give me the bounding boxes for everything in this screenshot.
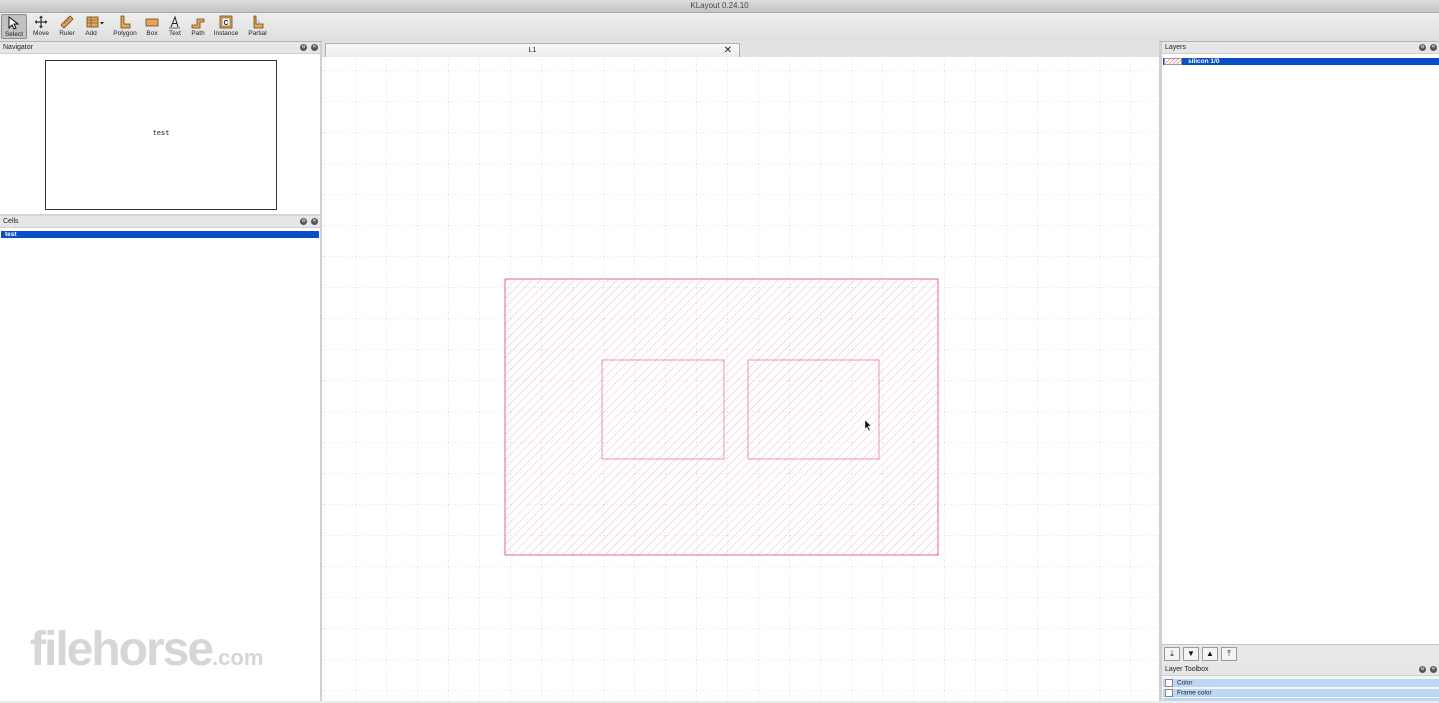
add-layout-icon xyxy=(86,16,104,28)
cells-panel-header: Cells ⊖ ✕ xyxy=(0,216,320,228)
window-title-bar: KLayout 0.24.10 xyxy=(0,0,1439,13)
move-layer-top-icon[interactable]: ⤒ xyxy=(1221,647,1237,661)
instance-icon: C xyxy=(219,15,233,29)
navigator-panel: test xyxy=(0,54,320,214)
add-tool-label: Add xyxy=(85,30,97,37)
select-tool-label: Select xyxy=(4,31,24,38)
layer-name: silicon 1/0 xyxy=(1188,58,1220,65)
navigator-title: Navigator xyxy=(3,44,33,51)
navigator-panel-header: Navigator ⊖ ✕ xyxy=(0,42,320,54)
path-tool-label: Path xyxy=(191,30,205,37)
navigator-view[interactable]: test xyxy=(45,60,277,210)
float-panel-icon[interactable]: ⊖ xyxy=(1419,44,1427,51)
cells-title: Cells xyxy=(3,218,19,225)
layout-shape-outer[interactable] xyxy=(504,278,939,556)
float-panel-icon[interactable]: ⊖ xyxy=(300,44,308,51)
close-panel-icon[interactable]: ✕ xyxy=(311,44,318,51)
layout-tab-bar: L1 ✕ xyxy=(322,41,1159,58)
float-panel-icon[interactable]: ⊖ xyxy=(300,218,308,225)
layer-buttons-bar: ⤓ ▼ ▲ ⤒ xyxy=(1162,644,1439,664)
arrow-cursor-icon xyxy=(8,16,20,30)
move-layer-bottom-icon[interactable]: ⤓ xyxy=(1164,647,1180,661)
layout-drawing[interactable] xyxy=(322,57,1159,701)
box-icon xyxy=(145,18,159,27)
move-layer-down-icon[interactable]: ▼ xyxy=(1183,647,1199,661)
window-title: KLayout 0.24.10 xyxy=(690,1,749,10)
cell-name: test xyxy=(5,231,17,238)
path-tool-button[interactable]: Path xyxy=(187,14,209,39)
close-panel-icon[interactable]: ✕ xyxy=(311,218,318,225)
move-tool-label: Move xyxy=(33,30,49,37)
text-tool-button[interactable]: Text xyxy=(165,14,185,39)
layer-toolbox-header: Layer Toolbox ⊖ ✕ xyxy=(1162,664,1439,676)
move-cross-icon xyxy=(34,15,48,29)
watermark-suffix: .com xyxy=(212,645,264,670)
text-tool-icon xyxy=(169,15,180,29)
layers-title: Layers xyxy=(1165,44,1187,51)
navigator-cell-label: test xyxy=(152,129,170,137)
tab-l1[interactable]: L1 ✕ xyxy=(325,43,740,57)
instance-tool-button[interactable]: C Instance xyxy=(212,14,240,39)
layers-panel: silicon 1/0 xyxy=(1162,54,1439,644)
polygon-icon xyxy=(120,15,131,29)
partial-icon xyxy=(253,15,263,29)
close-panel-icon[interactable]: ✕ xyxy=(1430,44,1437,51)
watermark-logo: filehorse.com xyxy=(30,622,263,677)
move-tool-button[interactable]: Move xyxy=(29,14,53,39)
expand-checkbox[interactable] xyxy=(1165,679,1173,687)
expand-checkbox[interactable] xyxy=(1165,689,1173,697)
toolbox-frame-color-label: Frame color xyxy=(1177,689,1212,697)
polygon-tool-label: Polygon xyxy=(113,30,137,37)
layer-swatch-icon xyxy=(1164,58,1182,65)
text-tool-label: Text xyxy=(169,30,181,37)
float-panel-icon[interactable]: ⊖ xyxy=(1419,666,1427,673)
layer-list-item[interactable]: silicon 1/0 xyxy=(1163,58,1439,65)
layer-toolbox-title: Layer Toolbox xyxy=(1165,666,1209,673)
partial-tool-button[interactable]: Partial xyxy=(245,14,270,39)
close-panel-icon[interactable]: ✕ xyxy=(1430,666,1437,673)
watermark-main: filehorse xyxy=(30,623,214,676)
svg-text:C: C xyxy=(223,20,228,27)
add-tool-button[interactable]: Add xyxy=(81,14,109,39)
path-icon xyxy=(191,18,205,29)
partial-tool-label: Partial xyxy=(248,30,267,37)
close-tab-icon[interactable]: ✕ xyxy=(724,44,732,57)
select-tool-button[interactable]: Select xyxy=(1,14,27,39)
main-toolbar: Select Move Ruler Add Polygon Box Text P… xyxy=(0,13,1439,42)
layers-panel-header: Layers ⊖ ✕ xyxy=(1162,42,1439,54)
ruler-icon xyxy=(60,15,74,29)
layout-canvas[interactable] xyxy=(322,57,1159,701)
polygon-tool-button[interactable]: Polygon xyxy=(112,14,138,39)
move-layer-up-icon[interactable]: ▲ xyxy=(1202,647,1218,661)
toolbox-color-row[interactable]: Color xyxy=(1163,679,1439,687)
toolbox-color-label: Color xyxy=(1177,679,1193,687)
cell-list-item[interactable]: test xyxy=(1,231,319,238)
box-tool-label: Box xyxy=(146,30,158,37)
tab-label: L1 xyxy=(528,47,537,54)
toolbox-frame-color-row[interactable]: Frame color xyxy=(1163,689,1439,697)
box-tool-button[interactable]: Box xyxy=(141,14,163,39)
instance-tool-label: Instance xyxy=(213,30,239,37)
